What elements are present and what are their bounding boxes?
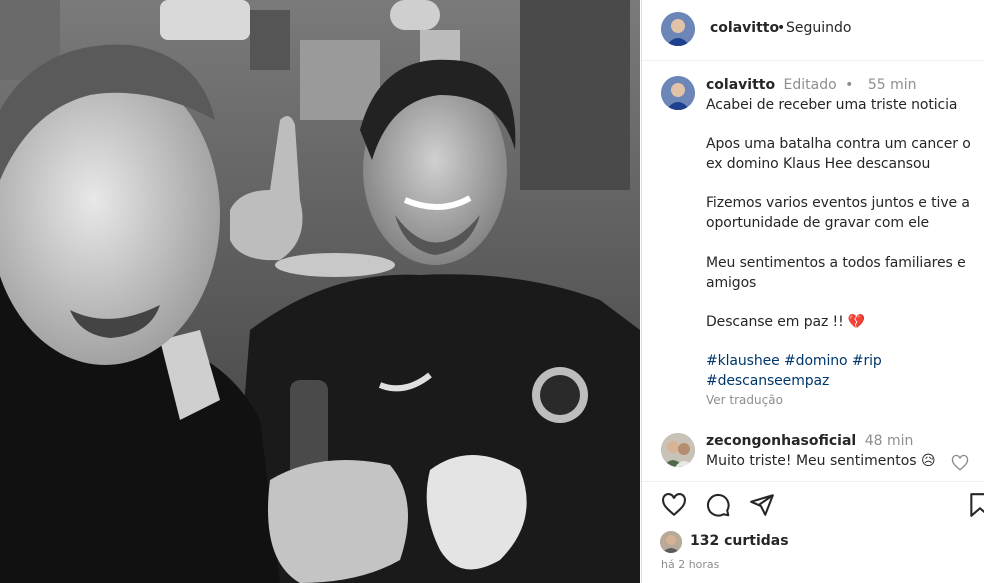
action-bar	[642, 492, 984, 522]
save-button[interactable]	[967, 492, 984, 518]
comment-button[interactable]	[705, 492, 731, 518]
heart-icon	[951, 454, 969, 471]
hashtags[interactable]: #klaushee #domino #rip	[706, 353, 882, 369]
likes-row[interactable]: 132 curtidas	[660, 529, 980, 553]
caption-line: amigos	[706, 275, 757, 291]
likes-count[interactable]: 132 curtidas	[690, 533, 789, 549]
avatar[interactable]	[661, 433, 695, 467]
post-photo[interactable]	[0, 0, 640, 583]
divider	[642, 481, 984, 482]
post-side-panel: colavitto • Seguindo colavitto Editado •…	[641, 0, 984, 583]
comment-like-button[interactable]	[951, 454, 969, 476]
caption-header: colavitto Editado • 55 min	[706, 77, 917, 93]
separator-dot: •	[845, 77, 854, 93]
send-icon	[750, 494, 774, 516]
avatar[interactable]	[661, 76, 695, 110]
user-avatar-image	[661, 12, 695, 46]
caption-line: Acabei de receber uma triste noticia	[706, 97, 958, 113]
avatar[interactable]	[660, 531, 682, 553]
comment-text: Muito triste! Meu sentimentos 😥	[706, 453, 936, 469]
user-avatar-image	[661, 76, 695, 110]
liker-avatar-image	[660, 531, 682, 553]
caption-username[interactable]: colavitto	[706, 77, 775, 93]
avatar[interactable]	[661, 12, 695, 46]
caption-line: ex domino Klaus Hee descansou	[706, 156, 931, 172]
caption-time[interactable]: 55 min	[868, 77, 917, 93]
like-button[interactable]	[661, 492, 687, 518]
hashtags[interactable]: #descanseempaz	[706, 373, 829, 389]
comment-time[interactable]: 48 min	[865, 433, 914, 449]
caption-line: Apos uma batalha contra um cancer o	[706, 136, 971, 152]
edited-label: Editado	[783, 77, 837, 93]
comment-icon	[707, 494, 730, 517]
post-header: colavitto • Seguindo	[642, 0, 984, 61]
caption-line: oportunidade de gravar com ele	[706, 215, 930, 231]
comment-header: zecongonhasoficial 48 min	[706, 433, 913, 449]
caption-line: Descanse em paz !! 💔	[706, 314, 866, 330]
photo-illustration	[0, 0, 640, 583]
post-timestamp[interactable]: há 2 horas	[661, 558, 719, 571]
share-button[interactable]	[749, 492, 775, 518]
post-author-username[interactable]: colavitto	[710, 20, 779, 36]
caption-line: Meu sentimentos a todos familiares e	[706, 255, 966, 271]
see-translation-link[interactable]: Ver tradução	[706, 393, 783, 407]
caption-line: Fizemos varios eventos juntos e tive a	[706, 195, 970, 211]
following-button[interactable]: Seguindo	[786, 20, 851, 36]
commenter-avatar-image	[661, 433, 695, 467]
heart-icon	[662, 493, 686, 517]
comment-username[interactable]: zecongonhasoficial	[706, 433, 856, 449]
bookmark-icon	[970, 493, 984, 517]
separator-dot: •	[777, 20, 786, 36]
